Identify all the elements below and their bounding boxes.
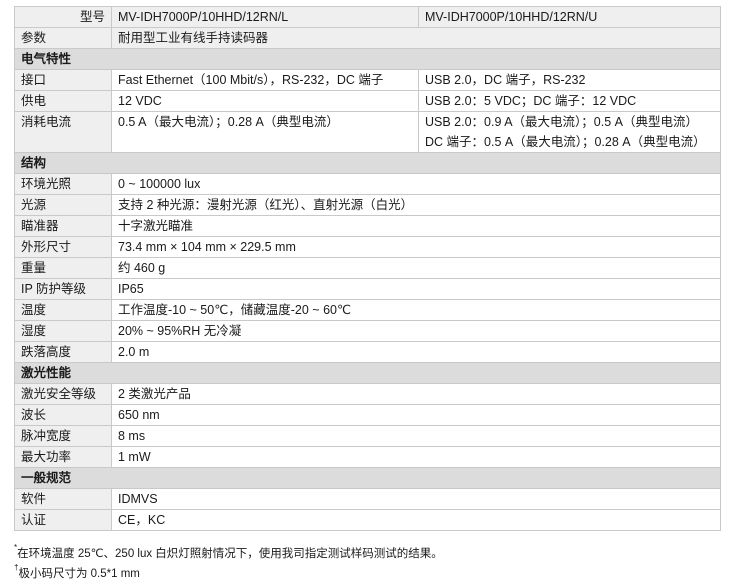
section-header: 结构 bbox=[14, 152, 721, 174]
row-value: 十字激光瞄准 bbox=[111, 215, 721, 237]
section-title: 一般规范 bbox=[14, 467, 721, 489]
param-value: 耐用型工业有线手持读码器 bbox=[111, 27, 721, 49]
row-value: 650 nm bbox=[111, 404, 721, 426]
table-row: 外形尺寸 73.4 mm × 104 mm × 229.5 mm bbox=[14, 236, 721, 258]
table-row: 环境光照 0 ~ 100000 lux bbox=[14, 173, 721, 195]
row-value: 支持 2 种光源：漫射光源（红光）、直射光源（白光） bbox=[111, 194, 721, 216]
row-label: 湿度 bbox=[14, 320, 112, 342]
row-value-u: USB 2.0：5 VDC；DC 端子：12 VDC bbox=[418, 90, 721, 112]
row-label: 脉冲宽度 bbox=[14, 425, 112, 447]
table-row: 脉冲宽度 8 ms bbox=[14, 425, 721, 447]
table-row: 认证 CE，KC bbox=[14, 509, 721, 531]
table-row: 波长 650 nm bbox=[14, 404, 721, 426]
section-title: 结构 bbox=[14, 152, 721, 174]
section-header: 激光性能 bbox=[14, 362, 721, 384]
row-value-u: USB 2.0，DC 端子，RS-232 bbox=[418, 69, 721, 91]
row-value-l: 0.5 A（最大电流）；0.28 A（典型电流） bbox=[111, 111, 419, 153]
table-row: 供电 12 VDC USB 2.0：5 VDC；DC 端子：12 VDC bbox=[14, 90, 721, 112]
row-value: IP65 bbox=[111, 278, 721, 300]
footnote: *在环境温度 25℃、250 lux 白炽灯照射情况下，使用我司指定测试样码测试… bbox=[14, 543, 443, 561]
row-label: 接口 bbox=[14, 69, 112, 91]
row-value: 工作温度-10 ~ 50℃，储藏温度-20 ~ 60℃ bbox=[111, 299, 721, 321]
row-value: IDMVS bbox=[111, 488, 721, 510]
row-label: 外形尺寸 bbox=[14, 236, 112, 258]
table-row: 接口 Fast Ethernet（100 Mbit/s），RS-232，DC 端… bbox=[14, 69, 721, 91]
row-value-u-line: USB 2.0：0.9 A（最大电流）；0.5 A（典型电流） bbox=[425, 115, 698, 129]
row-value: 2.0 m bbox=[111, 341, 721, 363]
table-row: 消耗电流 0.5 A（最大电流）；0.28 A（典型电流） USB 2.0：0.… bbox=[14, 111, 721, 153]
row-value-l: 12 VDC bbox=[111, 90, 419, 112]
footnote-text: 在环境温度 25℃、250 lux 白炽灯照射情况下，使用我司指定测试样码测试的… bbox=[17, 548, 443, 560]
row-label: 软件 bbox=[14, 488, 112, 510]
row-label: 环境光照 bbox=[14, 173, 112, 195]
model-row: 型号 MV-IDH7000P/10HHD/12RN/L MV-IDH7000P/… bbox=[14, 6, 721, 28]
table-row: 湿度 20% ~ 95%RH 无冷凝 bbox=[14, 320, 721, 342]
row-value: 73.4 mm × 104 mm × 229.5 mm bbox=[111, 236, 721, 258]
row-value: CE，KC bbox=[111, 509, 721, 531]
table-row: IP 防护等级 IP65 bbox=[14, 278, 721, 300]
section-title: 电气特性 bbox=[14, 48, 721, 70]
table-row: 激光安全等级 2 类激光产品 bbox=[14, 383, 721, 405]
param-row: 参数 耐用型工业有线手持读码器 bbox=[14, 27, 721, 49]
spec-table: 型号 MV-IDH7000P/10HHD/12RN/L MV-IDH7000P/… bbox=[14, 6, 721, 531]
row-value-u-line: DC 端子：0.5 A（最大电流）；0.28 A（典型电流） bbox=[425, 135, 706, 149]
row-value: 8 ms bbox=[111, 425, 721, 447]
row-label: 瞄准器 bbox=[14, 215, 112, 237]
row-value: 约 460 g bbox=[111, 257, 721, 279]
row-label: IP 防护等级 bbox=[14, 278, 112, 300]
section-header: 电气特性 bbox=[14, 48, 721, 70]
row-label: 供电 bbox=[14, 90, 112, 112]
row-label: 跌落高度 bbox=[14, 341, 112, 363]
row-label: 认证 bbox=[14, 509, 112, 531]
row-label: 消耗电流 bbox=[14, 111, 112, 153]
section-title: 激光性能 bbox=[14, 362, 721, 384]
row-label: 重量 bbox=[14, 257, 112, 279]
table-row: 跌落高度 2.0 m bbox=[14, 341, 721, 363]
row-value-u: USB 2.0：0.9 A（最大电流）；0.5 A（典型电流） DC 端子：0.… bbox=[418, 111, 721, 153]
table-row: 光源 支持 2 种光源：漫射光源（红光）、直射光源（白光） bbox=[14, 194, 721, 216]
row-label: 激光安全等级 bbox=[14, 383, 112, 405]
row-label: 波长 bbox=[14, 404, 112, 426]
footnote-mark: * bbox=[14, 543, 18, 552]
table-row: 温度 工作温度-10 ~ 50℃，储藏温度-20 ~ 60℃ bbox=[14, 299, 721, 321]
row-value: 0 ~ 100000 lux bbox=[111, 173, 721, 195]
param-label: 参数 bbox=[14, 27, 112, 49]
footnote: †极小码尺寸为 0.5*1 mm bbox=[14, 563, 140, 581]
row-value: 20% ~ 95%RH 无冷凝 bbox=[111, 320, 721, 342]
table-row: 瞄准器 十字激光瞄准 bbox=[14, 215, 721, 237]
row-label: 温度 bbox=[14, 299, 112, 321]
model-label: 型号 bbox=[14, 6, 112, 28]
row-value: 1 mW bbox=[111, 446, 721, 468]
section-header: 一般规范 bbox=[14, 467, 721, 489]
row-label: 最大功率 bbox=[14, 446, 112, 468]
footnote-text: 极小码尺寸为 0.5*1 mm bbox=[18, 568, 140, 580]
footnote-mark: † bbox=[14, 563, 19, 572]
row-value-l: Fast Ethernet（100 Mbit/s），RS-232，DC 端子 bbox=[111, 69, 419, 91]
table-row: 软件 IDMVS bbox=[14, 488, 721, 510]
table-row: 重量 约 460 g bbox=[14, 257, 721, 279]
model-u: MV-IDH7000P/10HHD/12RN/U bbox=[418, 6, 721, 28]
row-value: 2 类激光产品 bbox=[111, 383, 721, 405]
model-l: MV-IDH7000P/10HHD/12RN/L bbox=[111, 6, 419, 28]
table-row: 最大功率 1 mW bbox=[14, 446, 721, 468]
row-label: 光源 bbox=[14, 194, 112, 216]
